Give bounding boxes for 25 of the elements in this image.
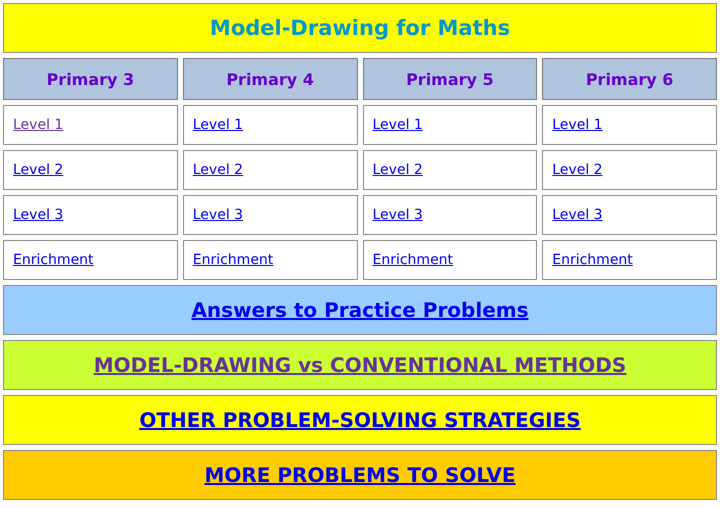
grade-heading: Primary 5 [362,58,538,100]
level-link[interactable]: Level 3 [552,207,603,223]
level-link[interactable]: Level 3 [13,207,64,223]
level-link[interactable]: Enrichment [13,252,94,268]
level-link[interactable]: Level 1 [192,117,244,133]
banner-link[interactable]: Answers to Practice Problems [191,298,529,322]
level-link[interactable]: Level 1 [372,117,423,133]
banner-link[interactable]: MODEL-DRAWING vs CONVENTIONAL METHODS [94,353,626,377]
grade-heading: Primary 3 [3,58,178,100]
level-link[interactable]: Level 2 [13,162,64,178]
grade-heading: Primary 6 [542,58,717,100]
page-title: Model-Drawing for Maths [3,3,717,53]
level-link[interactable]: Enrichment [192,252,274,268]
level-link[interactable]: Level 2 [192,162,244,178]
banner-link[interactable]: MORE PROBLEMS TO SOLVE [204,463,516,487]
level-link[interactable]: Enrichment [552,252,633,268]
level-link[interactable]: Enrichment [372,252,454,268]
grade-heading: Primary 4 [182,58,358,100]
level-link[interactable]: Level 2 [552,162,603,178]
level-link[interactable]: Level 3 [192,207,244,223]
level-link[interactable]: Level 1 [13,117,64,133]
level-link[interactable]: Level 1 [552,117,603,133]
level-link[interactable]: Level 3 [372,207,423,223]
banner-link[interactable]: OTHER PROBLEM-SOLVING STRATEGIES [139,408,581,432]
level-link[interactable]: Level 2 [372,162,423,178]
